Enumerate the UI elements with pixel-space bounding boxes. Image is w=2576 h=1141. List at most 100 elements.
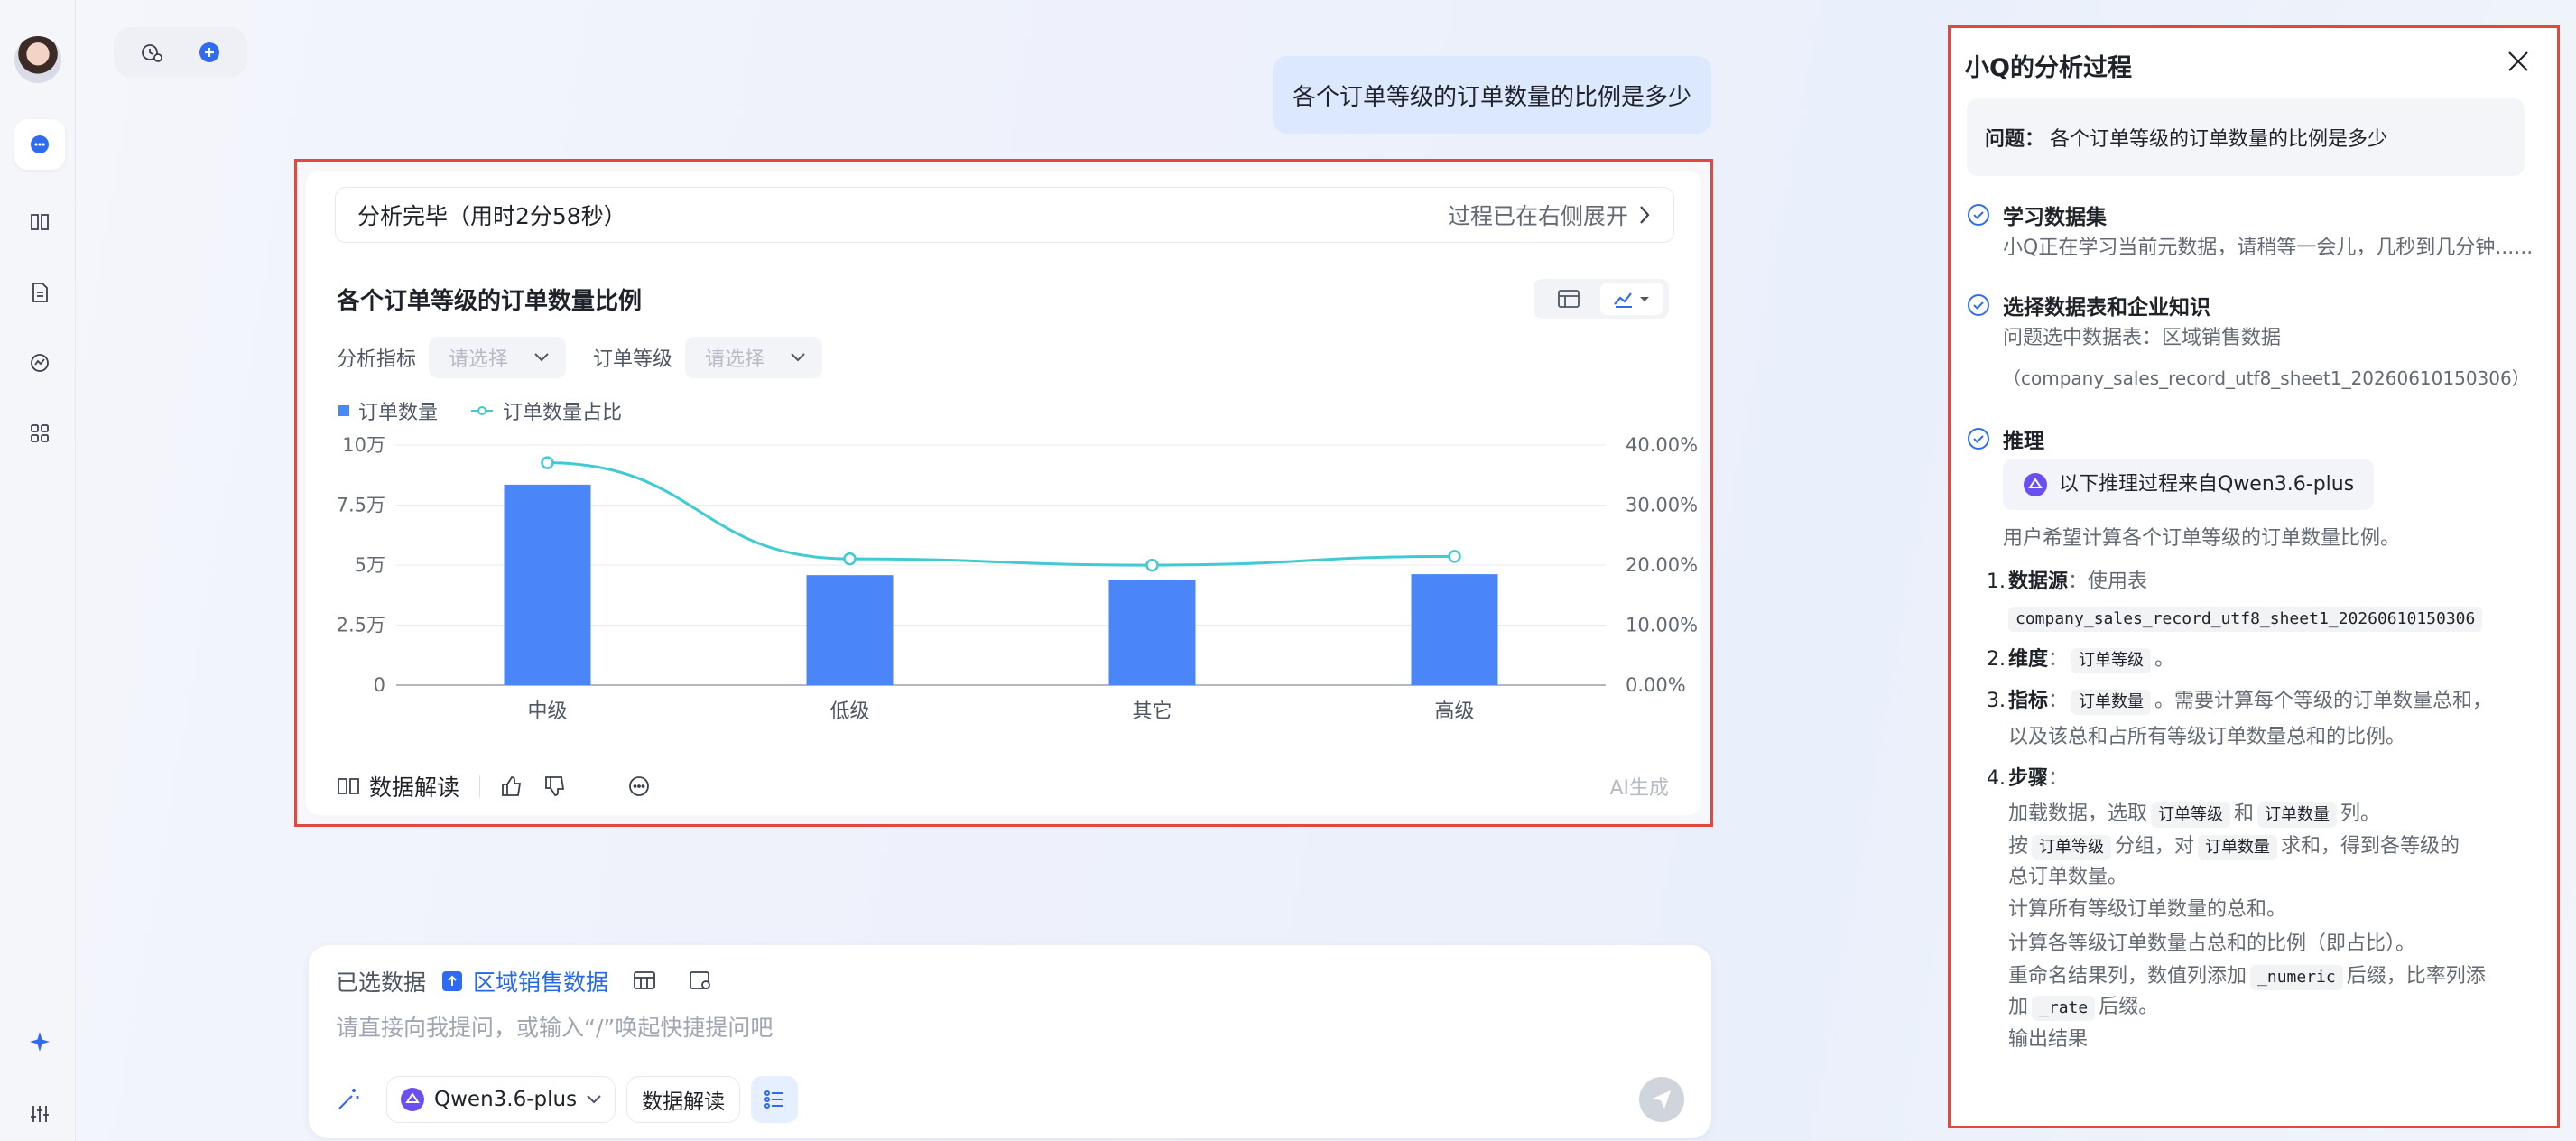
sub-step-text: 和 <box>2234 802 2255 825</box>
question-input[interactable]: 请直接向我提问，或输入“/”唤起快捷提问吧 <box>336 1010 773 1043</box>
close-icon[interactable] <box>2505 48 2532 75</box>
step-header[interactable]: 选择数据表和企业知识 <box>1967 292 2539 320</box>
data-settings-icon[interactable] <box>688 969 713 993</box>
send-button[interactable] <box>1639 1077 1684 1122</box>
reason-sep: ： <box>2048 690 2069 712</box>
chart-type-dropdown[interactable] <box>1600 283 1663 315</box>
ai-generated-tag: AI生成 <box>1609 777 1669 800</box>
chevron-right-icon <box>1640 206 1650 224</box>
sub-step-text: 分组，对 <box>2115 835 2195 858</box>
input-toolbar: Qwen3.6-plus 数据解读 <box>334 1073 1684 1126</box>
y-left-tick-label: 0 <box>374 674 385 696</box>
chart-filters: 分析指标 请选择 订单等级 请选择 <box>337 337 837 378</box>
analysis-status-bar[interactable]: 分析完毕（用时2分58秒） 过程已在右侧展开 <box>335 187 1674 243</box>
reason-num: 1. <box>1987 570 2006 593</box>
code-column: 订单等级 <box>2032 835 2112 860</box>
thumbs-up-icon <box>502 776 522 796</box>
selected-dataset-link[interactable]: 区域销售数据 <box>440 965 608 997</box>
model-selector[interactable]: Qwen3.6-plus <box>386 1076 616 1123</box>
expand-process-link[interactable]: 过程已在右侧展开 <box>1448 199 1652 231</box>
chart-view-toggle <box>1534 279 1669 319</box>
step-body: 小Q正在学习当前元数据，请稍等一会儿，几秒到几分钟...... <box>2003 237 2534 259</box>
step-body: 以下推理过程来自Qwen3.6-plus 用户希望计算各个订单等级的订单数量比例… <box>1967 452 2539 559</box>
book-icon <box>338 778 359 794</box>
step-title: 推理 <box>2003 430 2044 453</box>
legend-item-count[interactable]: 订单数量 <box>338 396 438 425</box>
code-suffix: _numeric <box>2250 965 2343 990</box>
sub-step-text: 加载数据，选取 <box>2008 802 2148 825</box>
more-icon <box>629 776 649 796</box>
x-tick-label: 低级 <box>829 700 869 723</box>
more-options-button[interactable] <box>627 775 651 798</box>
step-header[interactable]: 推理 <box>1967 425 2539 453</box>
rail-knowledge-button[interactable] <box>14 197 65 247</box>
sub-step: 输出结果 <box>2008 1028 2089 1051</box>
legend-item-ratio[interactable]: 订单数量占比 <box>470 396 622 425</box>
reason-text: ：使用表 <box>2068 570 2148 593</box>
step-body-table-id: （company_sales_record_utf8_sheet1_202606… <box>2003 367 2530 389</box>
send-icon <box>1653 1090 1671 1109</box>
sparkle-icon <box>30 1032 50 1052</box>
book-icon <box>31 214 49 230</box>
bar <box>1411 574 1498 685</box>
y-left-tick-label: 5万 <box>355 554 385 576</box>
filter-level-label: 订单等级 <box>593 348 673 371</box>
sliders-icon <box>31 1106 49 1122</box>
step-header[interactable]: 学习数据集 <box>1967 201 2539 229</box>
rail-analysis-button[interactable] <box>14 338 65 388</box>
data-interpret-label: 数据解读 <box>369 775 460 801</box>
rail-settings-button[interactable] <box>14 1089 65 1139</box>
ratio-point <box>1145 558 1159 572</box>
data-interpret-button[interactable]: 数据解读 <box>337 770 459 802</box>
question-label: 问题： <box>1985 128 2045 151</box>
chat-input-box: 已选数据 区域销售数据 请直接向我提问，或输入“/”唤起快捷提问吧 Qwen3.… <box>309 945 1711 1138</box>
selected-data-row: 已选数据 区域销售数据 <box>336 965 713 997</box>
add-icon[interactable] <box>197 40 222 65</box>
selected-dataset-name: 区域销售数据 <box>473 969 609 996</box>
steps-toggle-button[interactable] <box>751 1076 799 1123</box>
legend-line-swatch <box>471 406 494 415</box>
dataset-upload-icon <box>442 971 463 991</box>
rail-apps-button[interactable] <box>14 408 65 459</box>
filter-level-placeholder: 请选择 <box>705 348 765 371</box>
table-view-button[interactable] <box>1537 283 1600 315</box>
answer-card-highlight: 分析完毕（用时2分58秒） 过程已在右侧展开 各个订单等级的订单数量比例 分析指… <box>294 159 1713 827</box>
code-column: 订单数量 <box>2198 835 2278 860</box>
y-right-tick-label: 20.00% <box>1626 554 1698 576</box>
chart-legend: 订单数量 订单数量占比 <box>338 396 622 425</box>
legend-square-swatch <box>338 405 349 416</box>
history-icon[interactable] <box>139 40 164 65</box>
filter-metric-select[interactable]: 请选择 <box>429 337 567 378</box>
rail-report-button[interactable] <box>14 267 65 318</box>
y-right-tick-label: 0.00% <box>1626 674 1686 696</box>
thumbs-up-button[interactable] <box>500 775 524 798</box>
y-left-tick-label: 10万 <box>342 434 385 456</box>
reasoning-source-text: 以下推理过程来自Qwen3.6-plus <box>2059 473 2355 496</box>
y-right-tick-label: 30.00% <box>1626 495 1698 516</box>
reason-num: 2. <box>1987 648 2006 671</box>
step-select-tables: 选择数据表和企业知识 问题选中数据表：区域销售数据 （company_sales… <box>1967 292 2539 398</box>
ratio-point <box>541 456 554 469</box>
analysis-steps: 学习数据集 小Q正在学习当前元数据，请稍等一会儿，几秒到几分钟...... 选择… <box>1967 201 2539 1075</box>
document-icon <box>32 283 48 302</box>
thumbs-down-icon <box>545 776 565 796</box>
reason-num: 3. <box>1987 690 2006 712</box>
thumbs-down-button[interactable] <box>543 775 567 798</box>
panel-question-box: 问题： 各个订单等级的订单数量的比例是多少 <box>1967 98 2525 176</box>
y-right-tick-label: 40.00% <box>1626 434 1698 456</box>
reason-sep: ： <box>2048 648 2069 671</box>
sub-step-text: 求和，得到各等级的 <box>2281 835 2460 858</box>
avatar[interactable] <box>14 36 61 83</box>
sub-step-text: 按 <box>2008 835 2029 858</box>
data-interpret-chip[interactable]: 数据解读 <box>626 1076 741 1123</box>
filter-level-select[interactable]: 请选择 <box>685 337 823 378</box>
rail-sparkle-button[interactable] <box>14 1016 65 1067</box>
legend-label-count: 订单数量 <box>358 402 439 424</box>
magic-wand-icon[interactable] <box>334 1085 363 1114</box>
data-table-icon[interactable] <box>632 969 657 993</box>
rail-chat-button[interactable] <box>14 119 65 170</box>
combo-chart: 0 2.5万 5万 7.5万 10万 0.00% 10.00% 20.00% 30.00% 40.… <box>337 434 1698 723</box>
step-learn-dataset: 学习数据集 小Q正在学习当前元数据，请稍等一会儿，几秒到几分钟...... <box>1967 201 2539 268</box>
step-body-table: 问题选中数据表：区域销售数据 <box>2003 327 2282 349</box>
check-circle-icon <box>1968 428 1989 450</box>
